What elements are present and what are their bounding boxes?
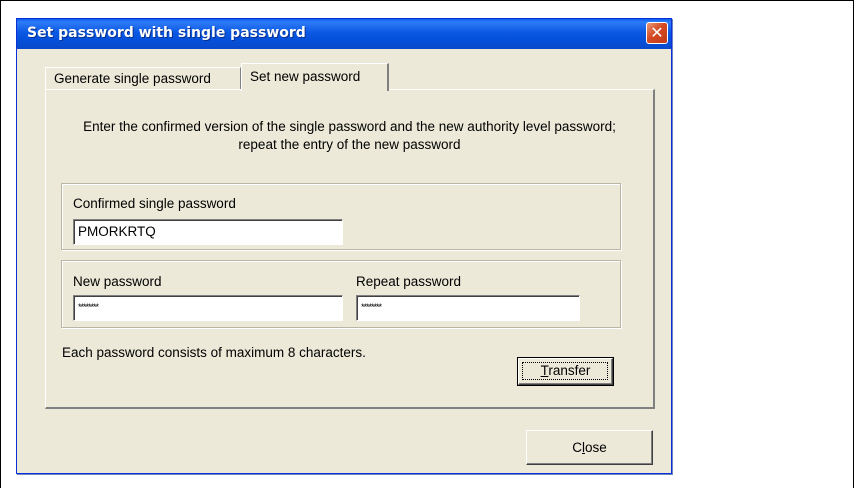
focus-rectangle <box>522 362 608 380</box>
close-icon: ✕ <box>650 23 664 42</box>
close-label-prefix: C <box>572 440 582 455</box>
new-password-group: New password ******** Repeat password **… <box>61 260 621 328</box>
confirmed-password-group: Confirmed single password PMORKRTQ <box>61 183 621 250</box>
title-bar[interactable]: Set password with single password ✕ <box>17 19 671 49</box>
close-button[interactable]: Close <box>526 430 653 465</box>
page-frame-left <box>0 0 1 488</box>
instruction-text: Enter the confirmed version of the singl… <box>46 118 653 154</box>
new-password-input[interactable]: ******** <box>73 295 343 321</box>
window-close-button[interactable]: ✕ <box>646 22 668 44</box>
repeat-password-label: Repeat password <box>356 274 462 289</box>
instruction-line-1: Enter the confirmed version of the singl… <box>83 119 616 134</box>
new-password-label: New password <box>73 274 162 289</box>
repeat-password-input[interactable]: ******** <box>356 295 580 321</box>
tab-generate-single-password[interactable]: Generate single password <box>45 67 241 89</box>
page-frame-top <box>0 0 854 1</box>
password-length-note: Each password consists of maximum 8 char… <box>62 345 366 360</box>
window-title: Set password with single password <box>27 25 306 41</box>
tab-panel-set-new-password: Enter the confirmed version of the singl… <box>45 89 655 409</box>
confirmed-password-label: Confirmed single password <box>73 196 236 211</box>
instruction-line-2: repeat the entry of the new password <box>238 137 461 152</box>
transfer-button[interactable]: Transfer <box>517 357 614 386</box>
tab-set-new-password[interactable]: Set new password <box>241 63 389 91</box>
close-label-rest: ose <box>584 440 607 455</box>
dialog-window: Set password with single password ✕ Gene… <box>16 18 672 474</box>
confirmed-password-input[interactable]: PMORKRTQ <box>73 219 343 245</box>
